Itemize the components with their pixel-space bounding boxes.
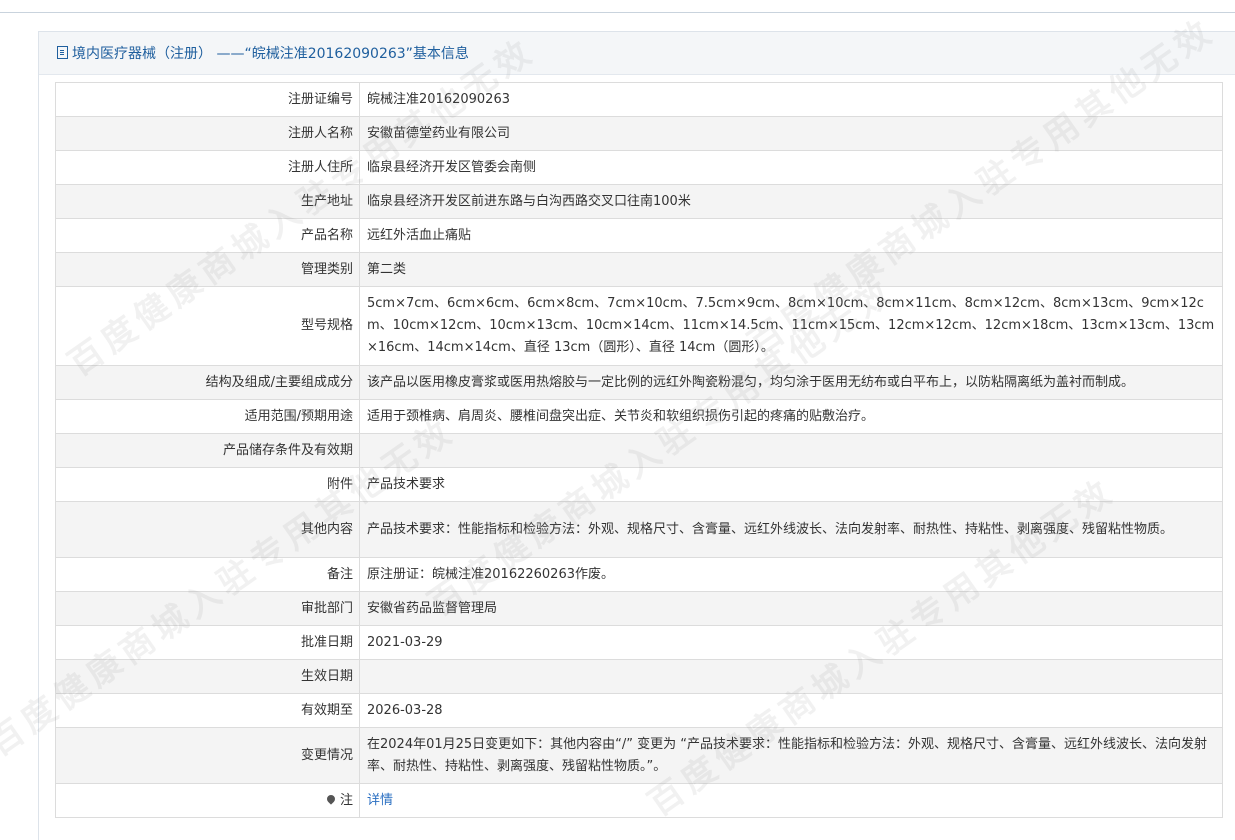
note-row: 注 详情 xyxy=(55,783,1223,818)
table-row: 有效期至 2026-03-28 xyxy=(55,693,1223,728)
row-value: 2021-03-29 xyxy=(359,625,1223,660)
row-value: 远红外活血止痛贴 xyxy=(359,218,1223,253)
table-row: 变更情况 在2024年01月25日变更如下：其他内容由“/” 变更为 “产品技术… xyxy=(55,727,1223,784)
table-row: 生效日期 xyxy=(55,659,1223,694)
details-link[interactable]: 详情 xyxy=(367,793,393,808)
row-label: 注册人住所 xyxy=(55,150,360,185)
table-row: 生产地址 临泉县经济开发区前进东路与白沟西路交叉口往南100米 xyxy=(55,184,1223,219)
table-row: 产品储存条件及有效期 xyxy=(55,433,1223,468)
row-label: 产品储存条件及有效期 xyxy=(55,433,360,468)
row-value: 5cm×7cm、6cm×6cm、6cm×8cm、7cm×10cm、7.5cm×9… xyxy=(359,286,1223,366)
row-label: 注册人名称 xyxy=(55,116,360,151)
note-label-cell: 注 xyxy=(55,783,360,818)
row-value: 安徽苗德堂药业有限公司 xyxy=(359,116,1223,151)
row-label: 变更情况 xyxy=(55,727,360,784)
table-row: 备注 原注册证：皖械注准20162260263作废。 xyxy=(55,557,1223,592)
row-label: 型号规格 xyxy=(55,286,360,366)
row-label: 生产地址 xyxy=(55,184,360,219)
row-label: 产品名称 xyxy=(55,218,360,253)
row-value: 2026-03-28 xyxy=(359,693,1223,728)
table-row: 适用范围/预期用途 适用于颈椎病、肩周炎、腰椎间盘突出症、关节炎和软组织损伤引起… xyxy=(55,399,1223,434)
document-icon xyxy=(57,45,68,59)
row-label: 管理类别 xyxy=(55,252,360,287)
map-pin-icon xyxy=(325,792,337,805)
row-value: 临泉县经济开发区前进东路与白沟西路交叉口往南100米 xyxy=(359,184,1223,219)
info-panel: 境内医疗器械（注册） ——“皖械注准20162090263”基本信息 注册证编号… xyxy=(38,31,1235,840)
row-value: 安徽省药品监督管理局 xyxy=(359,591,1223,626)
info-table: 注册证编号 皖械注准20162090263 注册人名称 安徽苗德堂药业有限公司 … xyxy=(55,82,1223,818)
row-label: 批准日期 xyxy=(55,625,360,660)
top-divider xyxy=(0,12,1235,13)
table-row: 管理类别 第二类 xyxy=(55,252,1223,287)
note-label: 注 xyxy=(339,792,353,808)
row-label: 有效期至 xyxy=(55,693,360,728)
table-row: 附件 产品技术要求 xyxy=(55,467,1223,502)
row-label: 审批部门 xyxy=(55,591,360,626)
table-row: 注册证编号 皖械注准20162090263 xyxy=(55,82,1223,117)
table-row: 结构及组成/主要组成成分 该产品以医用橡皮膏浆或医用热熔胶与一定比例的远红外陶瓷… xyxy=(55,365,1223,400)
row-value: 皖械注准20162090263 xyxy=(359,82,1223,117)
row-label: 生效日期 xyxy=(55,659,360,694)
table-row: 批准日期 2021-03-29 xyxy=(55,625,1223,660)
row-value: 适用于颈椎病、肩周炎、腰椎间盘突出症、关节炎和软组织损伤引起的疼痛的贴敷治疗。 xyxy=(359,399,1223,434)
table-row: 型号规格 5cm×7cm、6cm×6cm、6cm×8cm、7cm×10cm、7.… xyxy=(55,286,1223,366)
row-label: 适用范围/预期用途 xyxy=(55,399,360,434)
note-value-cell: 详情 xyxy=(359,783,1223,818)
row-value xyxy=(359,659,1223,694)
panel-header: 境内医疗器械（注册） ——“皖械注准20162090263”基本信息 xyxy=(39,32,1235,75)
row-value: 第二类 xyxy=(359,252,1223,287)
table-row: 注册人住所 临泉县经济开发区管委会南侧 xyxy=(55,150,1223,185)
row-value: 该产品以医用橡皮膏浆或医用热熔胶与一定比例的远红外陶瓷粉混匀，均匀涂于医用无纺布… xyxy=(359,365,1223,400)
row-value: 临泉县经济开发区管委会南侧 xyxy=(359,150,1223,185)
row-value xyxy=(359,433,1223,468)
row-label: 备注 xyxy=(55,557,360,592)
row-label: 结构及组成/主要组成成分 xyxy=(55,365,360,400)
row-value: 产品技术要求 xyxy=(359,467,1223,502)
row-value: 产品技术要求：性能指标和检验方法：外观、规格尺寸、含膏量、远红外线波长、法向发射… xyxy=(359,501,1223,558)
table-row: 其他内容 产品技术要求：性能指标和检验方法：外观、规格尺寸、含膏量、远红外线波长… xyxy=(55,501,1223,558)
row-label: 附件 xyxy=(55,467,360,502)
row-label: 其他内容 xyxy=(55,501,360,558)
table-row: 审批部门 安徽省药品监督管理局 xyxy=(55,591,1223,626)
page-title: 境内医疗器械（注册） ——“皖械注准20162090263”基本信息 xyxy=(72,46,469,62)
row-value: 在2024年01月25日变更如下：其他内容由“/” 变更为 “产品技术要求：性能… xyxy=(359,727,1223,784)
row-value: 原注册证：皖械注准20162260263作废。 xyxy=(359,557,1223,592)
row-label: 注册证编号 xyxy=(55,82,360,117)
table-row: 注册人名称 安徽苗德堂药业有限公司 xyxy=(55,116,1223,151)
table-row: 产品名称 远红外活血止痛贴 xyxy=(55,218,1223,253)
